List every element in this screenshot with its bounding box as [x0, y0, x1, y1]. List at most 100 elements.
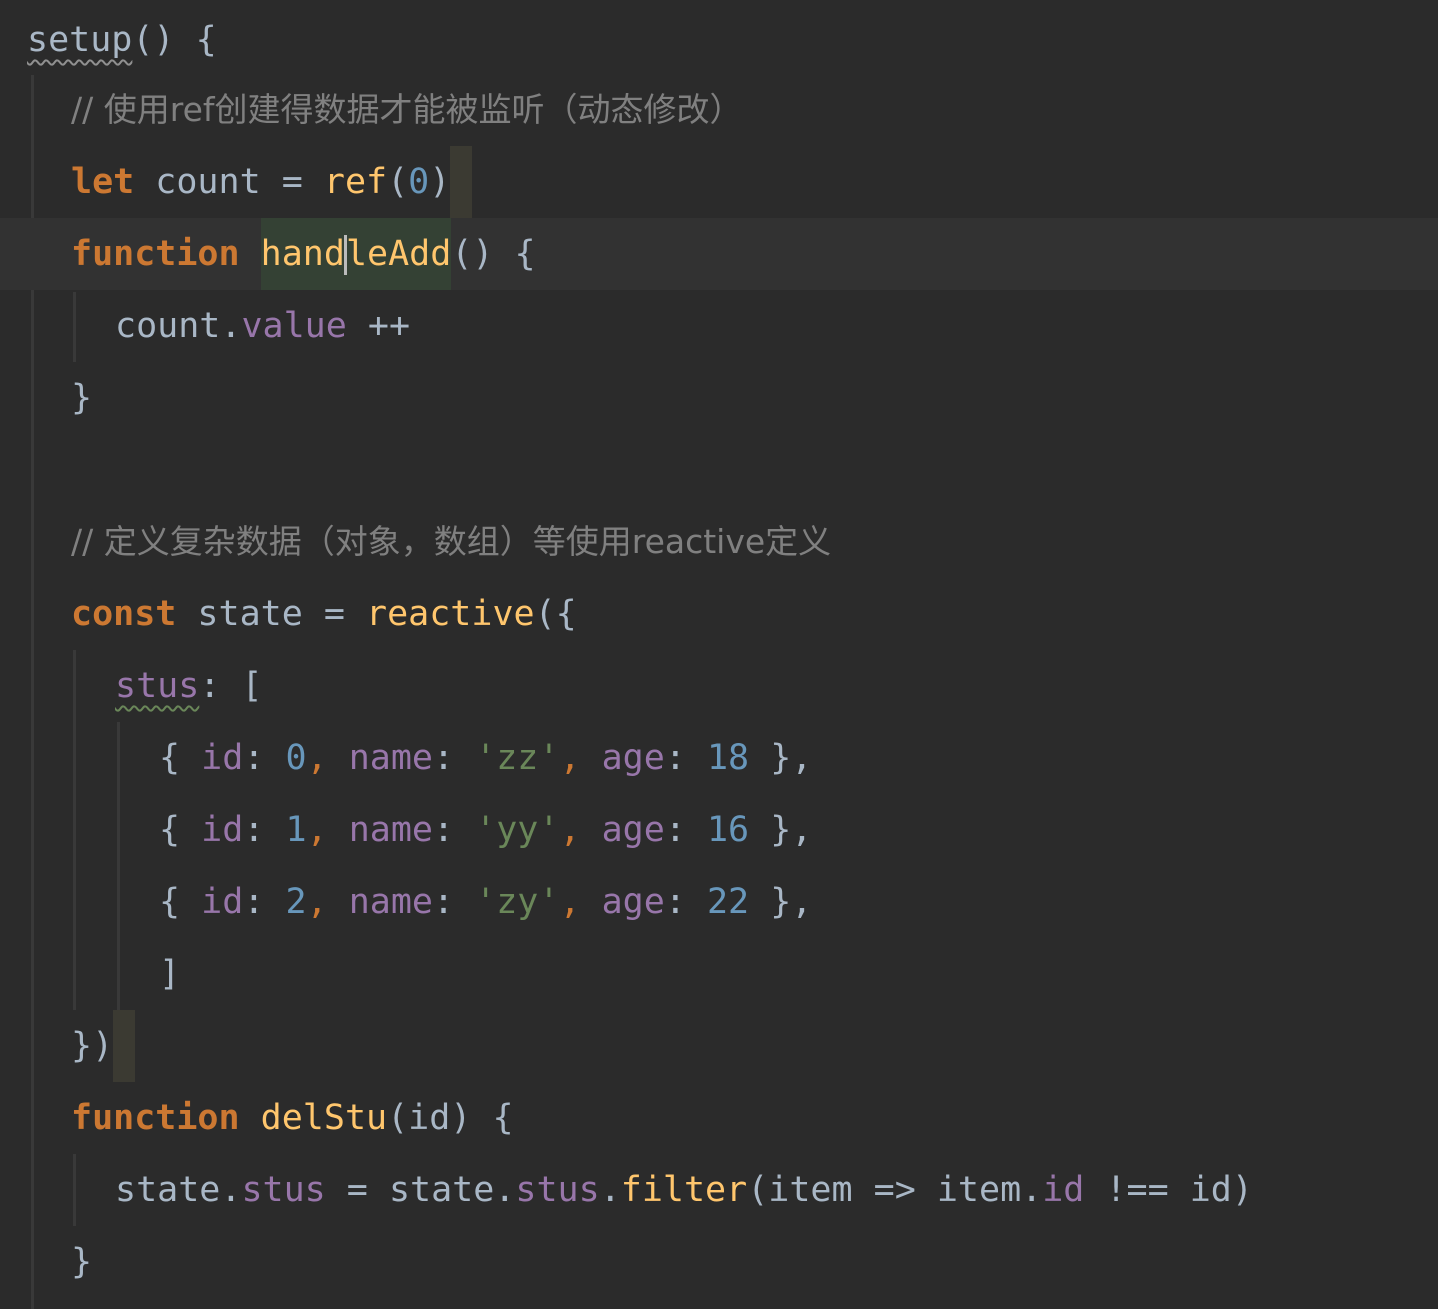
code-line[interactable]: // 定义复杂数据（对象，数组）等使用reactive定义 — [0, 506, 1438, 578]
code-token: : — [243, 810, 286, 850]
code-token: ++ — [346, 306, 411, 346]
code-line[interactable]: // 使用ref创建得数据才能被监听（动态修改） — [0, 74, 1438, 146]
number-literal: 2 — [285, 882, 307, 922]
code-token: , — [306, 882, 349, 922]
identifier-highlight: handleAdd — [260, 218, 452, 290]
code-line[interactable]: } — [0, 362, 1438, 434]
number-literal: 16 — [706, 810, 750, 850]
string-literal: 'yy' — [475, 810, 560, 850]
function-name: delStu — [260, 1098, 388, 1138]
code-line[interactable] — [0, 434, 1438, 506]
property: id — [201, 738, 244, 778]
code-token: }, — [749, 810, 813, 850]
property: value — [241, 306, 347, 346]
code-line[interactable]: let count = ref(0) — [0, 146, 1438, 218]
code-token: } — [71, 1242, 93, 1282]
code-token: { — [159, 810, 202, 850]
property: age — [601, 810, 665, 850]
code-token: = state. — [325, 1170, 516, 1210]
code-token: ] — [159, 954, 181, 994]
code-line[interactable]: { id: 1, name: 'yy', age: 16 }, — [0, 794, 1438, 866]
code-token: : — [664, 738, 707, 778]
code-editor[interactable]: setup() { // 使用ref创建得数据才能被监听（动态修改） let c… — [0, 0, 1438, 1309]
code-token: () { — [451, 234, 536, 274]
code-token: , — [559, 810, 602, 850]
code-token: : — [664, 810, 707, 850]
code-line[interactable]: ] — [0, 938, 1438, 1010]
code-token: , — [306, 738, 349, 778]
code-line[interactable]: const state = reactive({ — [0, 578, 1438, 650]
code-token: ( — [387, 162, 409, 202]
code-token: : — [664, 882, 707, 922]
property: stus — [115, 666, 200, 706]
code-token: : [ — [199, 666, 263, 706]
code-token: count = — [134, 162, 324, 202]
function-name: setup — [27, 20, 133, 60]
code-line[interactable]: } — [0, 1226, 1438, 1298]
string-literal: 'zz' — [475, 738, 560, 778]
code-token: ) — [429, 162, 451, 202]
code-token: : — [433, 810, 476, 850]
code-line[interactable]: count.value ++ — [0, 290, 1438, 362]
code-token: , — [559, 882, 602, 922]
property: id — [201, 882, 244, 922]
code-token: { — [159, 882, 202, 922]
code-token: !== id) — [1084, 1170, 1253, 1210]
property: stus — [241, 1170, 326, 1210]
code-token: state. — [115, 1170, 242, 1210]
function-call: reactive — [366, 594, 535, 634]
code-token: : — [433, 882, 476, 922]
code-comment: // 使用ref创建得数据才能被监听（动态修改） — [71, 90, 743, 129]
code-token: . — [599, 1170, 621, 1210]
keyword: const — [71, 594, 177, 634]
function-call: ref — [323, 162, 388, 202]
code-token: } — [71, 378, 93, 418]
property: id — [1042, 1170, 1085, 1210]
code-line[interactable]: stus: [ — [0, 650, 1438, 722]
property: stus — [515, 1170, 600, 1210]
code-comment: // 定义复杂数据（对象，数组）等使用reactive定义 — [71, 522, 832, 561]
code-line[interactable]: { id: 0, name: 'zz', age: 18 }, — [0, 722, 1438, 794]
property: name — [348, 882, 433, 922]
property: age — [601, 738, 665, 778]
number-literal: 1 — [285, 810, 307, 850]
code-token: }, — [749, 882, 813, 922]
code-token: : — [243, 738, 286, 778]
property: name — [348, 810, 433, 850]
code-token: (item => item. — [747, 1170, 1043, 1210]
code-line[interactable]: }) — [0, 1010, 1438, 1082]
code-line[interactable]: state.stus = state.stus.filter(item => i… — [0, 1154, 1438, 1226]
code-token: (id) { — [387, 1098, 514, 1138]
code-token: count. — [115, 306, 242, 346]
code-line[interactable]: setup() { — [0, 4, 1438, 76]
brace-match-highlight — [450, 146, 473, 218]
code-token: }, — [749, 738, 813, 778]
number-literal: 0 — [408, 162, 430, 202]
code-token: { — [159, 738, 202, 778]
code-token: , — [306, 810, 349, 850]
code-line[interactable]: { id: 2, name: 'zy', age: 22 }, — [0, 866, 1438, 938]
number-literal: 18 — [706, 738, 750, 778]
string-literal: 'zy' — [475, 882, 560, 922]
brace-match-highlight — [113, 1010, 136, 1082]
keyword: function — [71, 1098, 240, 1138]
number-literal: 22 — [706, 882, 750, 922]
keyword: function — [71, 234, 240, 274]
code-token: state = — [176, 594, 367, 634]
keyword: let — [71, 162, 135, 202]
function-call: filter — [620, 1170, 748, 1210]
property: name — [348, 738, 433, 778]
code-token: : — [433, 738, 476, 778]
code-token: : — [243, 882, 286, 922]
function-name: hand — [260, 234, 345, 274]
code-token: () { — [132, 20, 217, 60]
code-line-current[interactable]: function handleAdd() { — [0, 218, 1438, 290]
code-token: ({ — [534, 594, 577, 634]
code-token: , — [559, 738, 602, 778]
code-token: }) — [71, 1026, 114, 1066]
number-literal: 0 — [285, 738, 307, 778]
property: id — [201, 810, 244, 850]
code-line[interactable]: function delStu(id) { — [0, 1082, 1438, 1154]
function-name: leAdd — [345, 234, 452, 274]
property: age — [601, 882, 665, 922]
